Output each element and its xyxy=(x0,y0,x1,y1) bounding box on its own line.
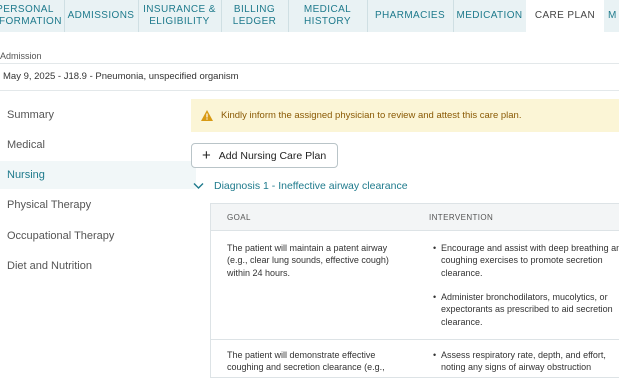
column-header-goal: GOAL xyxy=(227,213,251,222)
diagnosis-accordion-toggle[interactable]: Diagnosis 1 - Ineffective airway clearan… xyxy=(193,178,408,194)
table-header: GOAL INTERVENTION xyxy=(211,204,619,231)
tab-admissions[interactable]: ADMISSIONS xyxy=(64,0,137,32)
tab-m-truncated[interactable]: M xyxy=(608,0,619,32)
diagnosis-title: Diagnosis 1 - Ineffective airway clearan… xyxy=(214,180,408,192)
tab-care-plan[interactable]: CARE PLAN xyxy=(526,0,604,32)
tab-medical-history[interactable]: MEDICAL HISTORY xyxy=(288,0,366,32)
sidebar-item-medical[interactable]: Medical xyxy=(0,131,196,159)
admission-label: Admission xyxy=(0,51,42,61)
alert-text: Kindly inform the assigned physician to … xyxy=(221,110,522,121)
add-button-label: Add Nursing Care Plan xyxy=(218,149,327,162)
tab-pharmacies[interactable]: PHARMACIES xyxy=(367,0,452,32)
table-row-goal: The patient will demonstrate effective c… xyxy=(227,350,385,373)
attestation-alert: Kindly inform the assigned physician to … xyxy=(191,99,619,132)
tab-insurance-eligibility[interactable]: INSURANCE & ELIGIBILITY xyxy=(138,0,220,32)
tab-medication[interactable]: MEDICATION xyxy=(453,0,525,32)
sidebar-item-physical-therapy[interactable]: Physical Therapy xyxy=(0,191,196,219)
plus-icon: + xyxy=(202,147,211,164)
column-header-intervention: INTERVENTION xyxy=(429,213,494,222)
sidebar-item-diet-and-nutrition[interactable]: Diet and Nutrition xyxy=(0,252,196,280)
tab-billing-ledger[interactable]: BILLING LEDGER xyxy=(221,0,287,32)
add-nursing-care-plan-button[interactable]: + Add Nursing Care Plan xyxy=(191,143,338,168)
warning-icon xyxy=(201,110,213,121)
care-plan-table: GOAL INTERVENTION The patient will maint… xyxy=(210,203,619,378)
table-row-intervention: Encourage and assist with deep breathing… xyxy=(431,242,619,279)
chevron-down-icon xyxy=(193,183,204,189)
table-row-goal: The patient will maintain a patent airwa… xyxy=(227,243,389,278)
sidebar-item-summary[interactable]: Summary xyxy=(0,101,196,129)
sidebar-item-nursing[interactable]: Nursing xyxy=(0,161,196,189)
table-row-intervention: Administer bronchodilators, mucolytics, … xyxy=(431,291,619,328)
row-divider xyxy=(211,339,619,340)
table-row-intervention: Assess respiratory rate, depth, and effo… xyxy=(431,349,619,374)
top-tab-bar: PERSONAL INFORMATION ADMISSIONS INSURANC… xyxy=(0,0,619,32)
tab-personal-information[interactable]: PERSONAL INFORMATION xyxy=(0,0,61,32)
admission-select-value[interactable]: May 9, 2025 - J18.9 - Pneumonia, unspeci… xyxy=(3,71,239,82)
sidebar-item-occupational-therapy[interactable]: Occupational Therapy xyxy=(0,222,196,250)
